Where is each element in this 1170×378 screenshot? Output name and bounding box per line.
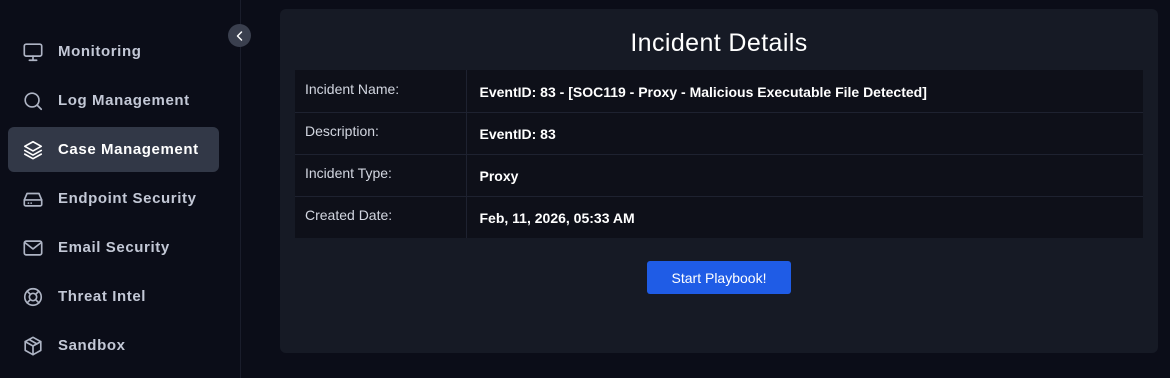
incident-type-label: Incident Type:	[295, 154, 467, 197]
sidebar-item-email-security[interactable]: Email Security	[8, 225, 219, 270]
layers-icon	[21, 138, 45, 162]
description-value: EventID: 83	[466, 112, 1143, 155]
sidebar-item-label: Threat Intel	[58, 288, 147, 305]
sidebar-item-label: Monitoring	[58, 43, 142, 60]
created-date-label: Created Date:	[295, 196, 467, 238]
sidebar-item-label: Sandbox	[58, 337, 126, 354]
sidebar-item-case-management[interactable]: Case Management	[8, 127, 219, 172]
incident-details-panel: Incident Details Incident Name: EventID:…	[280, 9, 1158, 353]
search-icon	[21, 89, 45, 113]
panel-title: Incident Details	[630, 29, 808, 57]
table-row: Incident Name: EventID: 83 - [SOC119 - P…	[295, 70, 1143, 113]
sidebar-item-log-management[interactable]: Log Management	[8, 78, 219, 123]
sidebar-item-label: Endpoint Security	[58, 190, 197, 207]
mail-icon	[21, 236, 45, 260]
incident-type-value: Proxy	[466, 154, 1143, 197]
incident-details-table: Incident Name: EventID: 83 - [SOC119 - P…	[295, 70, 1143, 238]
table-row: Incident Type: Proxy	[295, 154, 1143, 197]
sidebar-item-sandbox[interactable]: Sandbox	[8, 323, 219, 368]
hard-drive-icon	[21, 187, 45, 211]
sidebar-collapse-button[interactable]	[228, 24, 251, 47]
lifebuoy-icon	[21, 285, 45, 309]
sidebar-item-label: Log Management	[58, 92, 190, 109]
sidebar-item-threat-intel[interactable]: Threat Intel	[8, 274, 219, 319]
description-label: Description:	[295, 112, 467, 155]
created-date-value: Feb, 11, 2026, 05:33 AM	[479, 210, 635, 227]
sidebar-item-endpoint-security[interactable]: Endpoint Security	[8, 176, 219, 221]
incident-name-label: Incident Name:	[295, 70, 467, 113]
chevron-left-icon	[234, 30, 246, 42]
sidebar-item-label: Case Management	[58, 141, 199, 158]
incident-name-value: EventID: 83 - [SOC119 - Proxy - Maliciou…	[466, 70, 1143, 113]
start-playbook-button[interactable]: Start Playbook!	[647, 261, 791, 294]
sidebar-item-label: Email Security	[58, 239, 170, 256]
table-row: Description: EventID: 83	[295, 112, 1143, 155]
sidebar: Monitoring Log Management Case Managemen…	[0, 0, 241, 378]
sidebar-nav: Monitoring Log Management Case Managemen…	[8, 29, 219, 372]
sidebar-item-monitoring[interactable]: Monitoring	[8, 29, 219, 74]
app: Monitoring Log Management Case Managemen…	[0, 0, 1170, 378]
monitor-icon	[21, 40, 45, 64]
table-row: Created Date: Feb, 11, 2026, 05:33 AM	[295, 196, 1143, 238]
box-icon	[21, 334, 45, 358]
